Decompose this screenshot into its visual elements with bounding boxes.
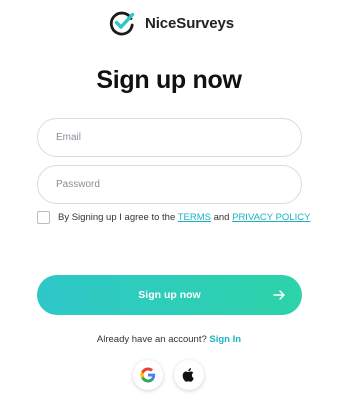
terms-link[interactable]: TERMS (178, 212, 211, 223)
google-signin-button[interactable] (133, 360, 163, 390)
agree-conjunction: and (210, 212, 233, 223)
agree-row: By Signing up I agree to the TERMS and P… (37, 211, 310, 224)
password-field-wrapper (37, 165, 302, 204)
apple-icon (182, 368, 194, 382)
brand-name: NiceSurveys (145, 14, 234, 32)
sign-in-link[interactable]: Sign In (209, 334, 241, 345)
account-prompt-text: Already have an account? (96, 334, 210, 345)
privacy-policy-link[interactable]: PRIVACY POLICY (232, 212, 310, 223)
brand: NiceSurveys (109, 9, 234, 37)
checkmark-circle-logo-icon (109, 11, 135, 36)
email-field-wrapper (37, 118, 302, 157)
agree-text: By Signing up I agree to the TERMS and P… (58, 212, 310, 223)
agree-prefix: By Signing up I agree to the (58, 212, 178, 223)
email-field[interactable] (38, 119, 301, 156)
password-field[interactable] (38, 166, 301, 203)
agree-checkbox[interactable] (37, 211, 50, 224)
apple-signin-button[interactable] (174, 360, 204, 390)
google-icon (140, 367, 156, 383)
sign-up-button-label: Sign up now (138, 289, 201, 301)
signin-prompt: Already have an account? Sign In (0, 334, 338, 345)
sign-up-button[interactable]: Sign up now (37, 275, 302, 315)
page-title: Sign up now (96, 66, 242, 94)
arrow-right-icon (273, 290, 285, 300)
